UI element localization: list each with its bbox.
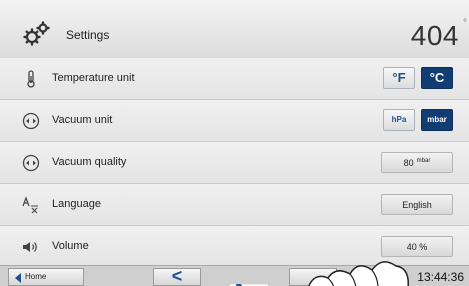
clock: 13:44:36: [417, 270, 464, 284]
settings-screen: Settings 404 ° Temperature unit °F °C Va…: [0, 0, 469, 286]
vacuum-unit-label: Vacuum unit: [52, 114, 113, 126]
mbar-button[interactable]: mbar: [421, 109, 453, 131]
home-arrow-icon: [15, 273, 21, 283]
home-label: Home: [25, 272, 47, 281]
vacuum-quality-row: Vacuum quality 80 mbar: [0, 142, 469, 184]
page-indicator: [228, 275, 270, 286]
vacuum-gauge-icon: [22, 112, 40, 130]
vacuum-quality-unit: mbar: [416, 158, 431, 164]
page-title: Settings: [66, 28, 110, 42]
vacuum-quality-button[interactable]: 80 mbar: [381, 152, 453, 173]
speaker-icon: [22, 238, 40, 256]
language-icon: [22, 196, 40, 214]
hand-pointer-icon: [300, 248, 420, 286]
fahrenheit-button[interactable]: °F: [383, 67, 415, 89]
temperature-degree: °: [463, 18, 467, 29]
temperature-readout: 404: [410, 20, 459, 51]
home-button[interactable]: Home: [8, 268, 84, 286]
temperature-unit-row: Temperature unit °F °C: [0, 58, 469, 100]
vacuum-quality-value: 80: [403, 158, 414, 168]
temperature-unit-label: Temperature unit: [52, 72, 135, 84]
gears-icon: [22, 20, 50, 48]
thermometer-icon: [22, 70, 40, 88]
volume-label: Volume: [52, 240, 89, 252]
language-label: Language: [52, 198, 101, 210]
language-row: Language English: [0, 184, 469, 226]
header-bar: Settings 404 °: [0, 0, 469, 59]
back-button[interactable]: <: [153, 267, 201, 286]
vacuum-unit-row: Vacuum unit hPa mbar: [0, 100, 469, 142]
hpa-button[interactable]: hPa: [383, 109, 415, 131]
celsius-button[interactable]: °C: [421, 67, 453, 89]
language-button[interactable]: English: [381, 194, 453, 215]
vacuum-gauge-icon: [22, 154, 40, 172]
vacuum-quality-label: Vacuum quality: [52, 156, 127, 168]
